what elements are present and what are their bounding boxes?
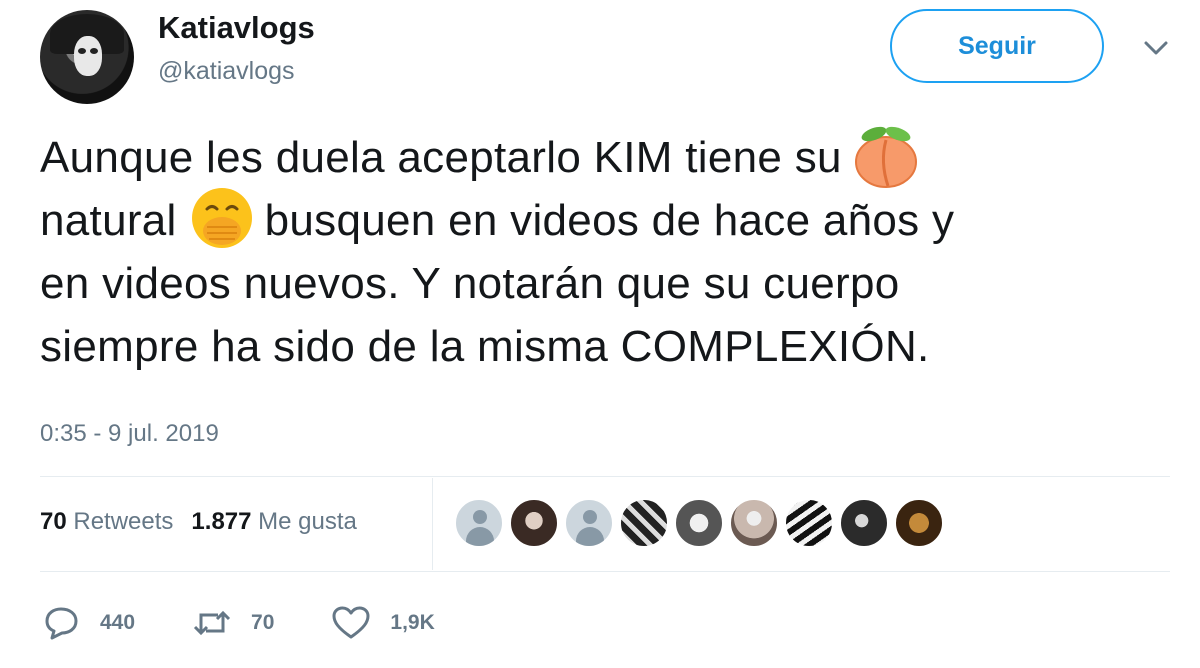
divider (40, 476, 1170, 477)
tweet-card: Katiavlogs @katiavlogs Seguir Aunque les… (0, 0, 1200, 668)
retweet-button[interactable]: 70 (191, 605, 274, 641)
follow-button[interactable]: Seguir (890, 9, 1104, 83)
liker-avatar[interactable] (509, 498, 559, 548)
likers-avatars (454, 498, 944, 552)
liker-avatar[interactable] (729, 498, 779, 548)
avatar-face (74, 36, 102, 76)
retweets-count: 70 (40, 508, 67, 535)
author-display-name[interactable]: Katiavlogs (158, 10, 315, 46)
liker-avatar[interactable] (894, 498, 944, 548)
tweet-line-text: busquen en videos de hace años y (264, 196, 955, 245)
likes-label: Me gusta (258, 508, 357, 535)
retweet-icon (193, 610, 231, 636)
heart-icon (332, 606, 370, 639)
tweet-line: siempre ha sido de la misma COMPLEXIÓN. (40, 322, 930, 371)
avatar-eye (78, 48, 86, 54)
tweet-line-text: natural (40, 196, 177, 245)
likes-stat[interactable]: 1.877 Me gusta (191, 508, 356, 535)
liker-avatar[interactable] (784, 498, 834, 548)
tweet-line-text: Aunque les duela aceptarlo KIM tiene su (40, 133, 842, 182)
liker-avatar[interactable] (564, 498, 614, 548)
reply-button[interactable]: 440 (40, 605, 135, 641)
stats-separator (432, 478, 433, 570)
liker-avatar[interactable] (839, 498, 889, 548)
retweets-label: Retweets (73, 508, 174, 535)
tweet-line: Aunque les duela aceptarlo KIM tiene su (40, 126, 1170, 189)
liker-avatar[interactable] (454, 498, 504, 548)
tweet-text: Aunque les duela aceptarlo KIM tiene su … (40, 126, 1170, 378)
liker-avatar[interactable] (674, 498, 724, 548)
retweet-count: 70 (251, 611, 275, 634)
likes-count: 1.877 (191, 508, 252, 535)
author-handle[interactable]: @katiavlogs (158, 57, 295, 86)
reply-count: 440 (100, 611, 136, 634)
peach-emoji (854, 127, 917, 189)
tweet-stats: 70 Retweets 1.877 Me gusta (40, 508, 357, 536)
divider (40, 571, 1170, 572)
like-count: 1,9K (390, 611, 435, 634)
like-button[interactable]: 1,9K (330, 605, 435, 641)
reply-icon (45, 607, 78, 640)
author-avatar[interactable] (40, 10, 134, 104)
retweets-stat[interactable]: 70 Retweets (40, 508, 173, 535)
face-with-hand-over-mouth-emoji (191, 188, 252, 249)
tweet-line: natural busquen en videos de hace años y (40, 188, 1170, 252)
tweet-timestamp[interactable]: 0:35 - 9 jul. 2019 (40, 420, 219, 448)
tweet-actions: 440 70 1,9K (40, 598, 491, 648)
avatar-eye (90, 48, 98, 54)
chevron-down-icon[interactable] (1141, 36, 1171, 60)
tweet-line: en videos nuevos. Y notarán que su cuerp… (40, 259, 900, 308)
liker-avatar[interactable] (619, 498, 669, 548)
